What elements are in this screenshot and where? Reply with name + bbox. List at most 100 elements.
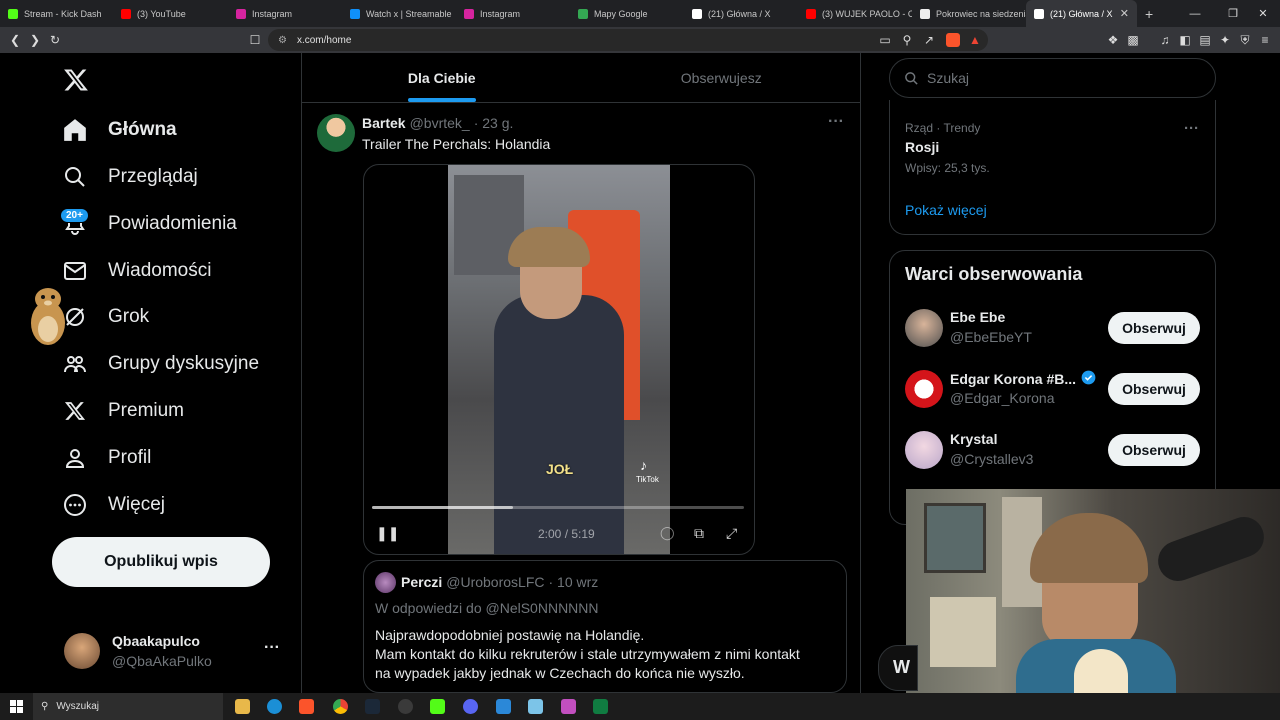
new-tab-button[interactable]: +	[1137, 6, 1161, 22]
window-close-button[interactable]: ✕	[1246, 0, 1280, 27]
browser-tab[interactable]: Watch x | Streamable	[342, 0, 456, 27]
cast-icon[interactable]: ▭	[878, 33, 892, 47]
nav-item[interactable]: Profil	[62, 445, 151, 471]
avatar[interactable]	[905, 309, 943, 347]
tab-for-you[interactable]: Dla Ciebie	[302, 53, 582, 102]
show-more-link[interactable]: Pokaż więcej	[905, 202, 987, 218]
taskbar-search[interactable]: ⚲ Wyszukaj	[33, 693, 223, 720]
volume-icon[interactable]: ◯	[660, 525, 675, 541]
follow-button[interactable]: Obserwuj	[1108, 373, 1200, 405]
app-icon[interactable]	[561, 699, 576, 714]
trend-more-icon[interactable]: ···	[1184, 120, 1199, 137]
follow-suggestion[interactable]: Edgar Korona #B... @Edgar_Korona Obserwuj	[890, 367, 1215, 417]
post-author-handle[interactable]: @bvrtek_	[410, 115, 470, 131]
browser-tab[interactable]: (3) YouTube	[113, 0, 228, 27]
webcam-overlay	[906, 489, 1280, 693]
browser-tab[interactable]: (3) WUJEK PAOLO - OD	[798, 0, 912, 27]
follow-button[interactable]: Obserwuj	[1108, 434, 1200, 466]
zoom-icon[interactable]: ⚲	[900, 33, 914, 47]
app-icon-2[interactable]	[593, 699, 608, 714]
tab-favicon-icon	[1034, 8, 1044, 19]
nav-item[interactable]: Główna	[62, 117, 177, 143]
share-icon[interactable]: ↗	[922, 33, 936, 47]
nav-item[interactable]: Wiadomości	[62, 258, 211, 284]
back-icon[interactable]: ❮	[8, 33, 22, 47]
forward-icon[interactable]: ❯	[28, 33, 42, 47]
suggestion-name[interactable]: Ebe Ebe	[950, 309, 1005, 325]
brave-shield-icon[interactable]	[946, 33, 960, 47]
vpn-icon[interactable]: ⛨	[1238, 33, 1252, 47]
browser-tab[interactable]: (21) Główna / X ✕	[1026, 0, 1137, 27]
account-switcher[interactable]: Qbaakapulco @QbaAkaPulko ···	[52, 625, 292, 677]
nav-item[interactable]: Grok	[62, 304, 149, 330]
post-video[interactable]: JOŁ ♪ TikTok ❚❚ 2:00 / 5:19 ◯ ⧉ ⤢	[363, 164, 755, 555]
pause-icon[interactable]: ❚❚	[376, 525, 399, 542]
follow-suggestion[interactable]: Ebe Ebe @EbeEbeYT Obserwuj	[890, 306, 1215, 356]
music-icon[interactable]: ♫	[1158, 33, 1172, 47]
video-progress[interactable]	[372, 506, 744, 509]
nav-item[interactable]: Grupy dyskusyjne	[62, 351, 259, 377]
post-avatar[interactable]	[317, 114, 355, 152]
tab-following[interactable]: Obserwujesz	[582, 53, 862, 102]
wallet-icon[interactable]: ▤	[1198, 33, 1212, 47]
screenshot-icon[interactable]: ▩	[1126, 33, 1140, 47]
brave-rewards-icon[interactable]: ▲	[968, 33, 982, 47]
suggestion-name[interactable]: Edgar Korona #B...	[950, 370, 1096, 388]
browser-tab[interactable]: (21) Główna / X	[684, 0, 798, 27]
obs-icon[interactable]	[398, 699, 413, 714]
reload-icon[interactable]: ↻	[48, 33, 62, 47]
brave-icon[interactable]	[299, 699, 314, 714]
account-more-icon[interactable]: ···	[264, 639, 280, 657]
avatar[interactable]	[905, 431, 943, 469]
nav-item-label: Grupy dyskusyjne	[108, 353, 260, 374]
browser-tab[interactable]: Instagram	[456, 0, 570, 27]
x-logo-icon[interactable]	[62, 67, 90, 93]
edge-icon[interactable]	[267, 699, 282, 714]
quoted-avatar	[375, 572, 396, 593]
windows-start-icon[interactable]	[10, 700, 23, 713]
post-time[interactable]: · 23 g.	[474, 115, 514, 131]
kick-icon[interactable]	[430, 699, 445, 714]
messages-drawer[interactable]: W	[878, 645, 918, 691]
discord-icon[interactable]	[463, 699, 478, 714]
follow-suggestion[interactable]: Krystal @Crystallev3 Obserwuj	[890, 428, 1215, 478]
nav-item[interactable]: Więcej	[62, 492, 165, 518]
video-progress-fill	[372, 506, 514, 509]
nav-item[interactable]: Premium	[62, 398, 184, 424]
bookmark-icon[interactable]: ☐	[248, 33, 262, 47]
tab-close-icon[interactable]: ✕	[1120, 7, 1129, 20]
post-button[interactable]: Opublikuj wpis	[52, 537, 270, 587]
nav-item-label: Przeglądaj	[108, 166, 198, 187]
trend-name[interactable]: Rosji	[905, 139, 939, 155]
suggestion-name[interactable]: Krystal	[950, 431, 997, 447]
post-author-name[interactable]: Bartek	[362, 115, 406, 131]
menu-icon[interactable]: ≡	[1258, 33, 1272, 47]
leo-ai-icon[interactable]: ✦	[1218, 33, 1232, 47]
browser-tab[interactable]: Stream - Kick Dash	[0, 0, 113, 27]
nav-item[interactable]: Przeglądaj	[62, 164, 198, 190]
search-input[interactable]: Szukaj	[889, 58, 1216, 98]
fullscreen-icon[interactable]: ⤢	[726, 525, 737, 542]
picture-in-picture-icon[interactable]: ⧉	[694, 525, 704, 542]
chrome-icon[interactable]	[333, 699, 348, 714]
notepad-icon[interactable]	[528, 699, 543, 714]
webcam-dresser	[930, 597, 996, 667]
restore-button[interactable]: ❐	[1216, 0, 1250, 27]
avatar[interactable]	[905, 370, 943, 408]
browser-tab[interactable]: Mapy Google	[570, 0, 684, 27]
quoted-post[interactable]: Perczi @UroborosLFC · 10 wrz W odpowiedz…	[363, 560, 847, 693]
site-info-icon[interactable]: ⚙	[278, 35, 287, 46]
browser-tab[interactable]: Instagram	[228, 0, 342, 27]
extensions-icon[interactable]: ❖	[1106, 33, 1120, 47]
nav-item-label: Powiadomienia	[108, 213, 237, 234]
minimize-button[interactable]: —	[1178, 0, 1212, 27]
mail-app-icon[interactable]	[496, 699, 511, 714]
post-more-icon[interactable]: ···	[828, 113, 844, 131]
browser-tab[interactable]: Pokrowiec na siedzenia	[912, 0, 1026, 27]
sidebar-icon[interactable]: ◧	[1178, 33, 1192, 47]
follow-button[interactable]: Obserwuj	[1108, 312, 1200, 344]
tab-title: Instagram	[480, 8, 521, 19]
file-explorer-icon[interactable]	[235, 699, 250, 714]
post[interactable]: Bartek @bvrtek_ · 23 g. ··· Trailer The …	[302, 103, 861, 693]
steam-icon[interactable]	[365, 699, 380, 714]
